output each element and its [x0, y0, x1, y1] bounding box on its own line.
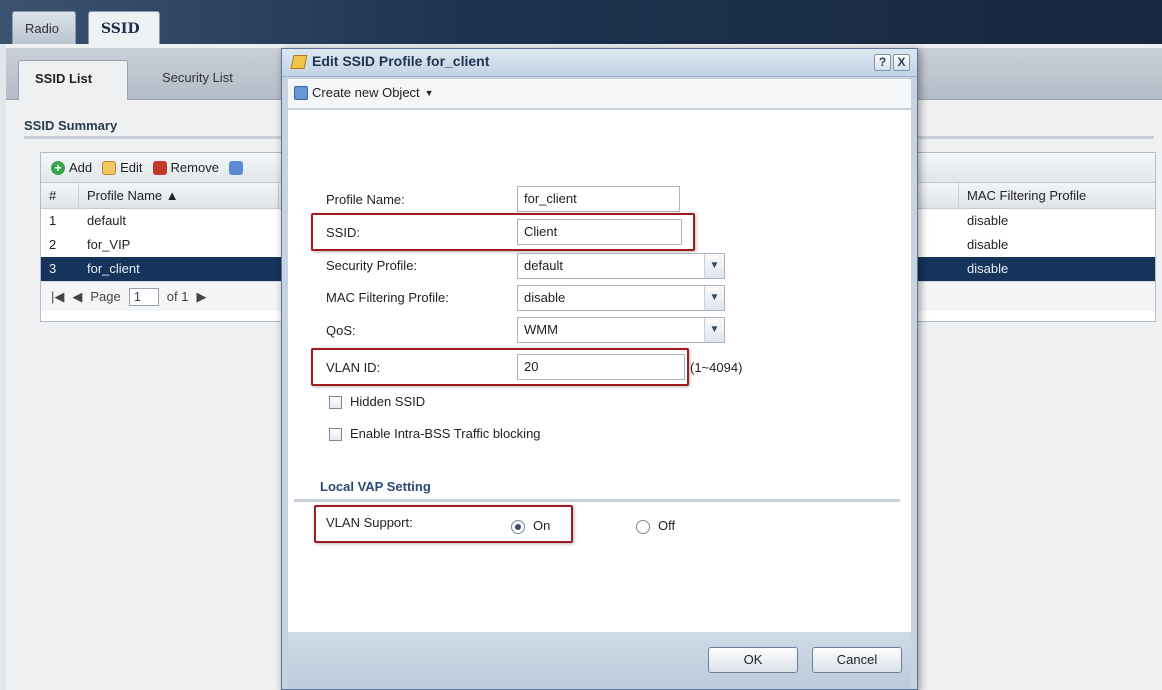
mac-filtering-value: disable — [524, 290, 566, 305]
next-page-icon[interactable]: ▶ — [196, 289, 206, 305]
profile-name-label: Profile Name: — [326, 192, 405, 207]
profile-name-input[interactable]: for_client — [517, 186, 680, 212]
qos-value: WMM — [524, 322, 558, 337]
remove-button[interactable]: Remove — [152, 160, 219, 175]
help-button[interactable]: ? — [874, 54, 891, 71]
security-profile-value: default — [524, 258, 564, 273]
hidden-ssid-checkbox[interactable] — [329, 396, 342, 409]
add-icon: + — [51, 160, 65, 175]
ssid-input[interactable]: Client — [517, 219, 682, 245]
trash-icon — [152, 160, 167, 175]
hidden-ssid-label: Hidden SSID — [350, 394, 426, 409]
cancel-button[interactable]: Cancel — [812, 647, 902, 673]
tab-radio[interactable]: Radio — [12, 11, 76, 45]
page-count-label: of 1 — [166, 289, 189, 304]
qos-label: QoS: — [326, 323, 356, 338]
column-header-mac-filtering[interactable]: MAC Filtering Profile — [959, 183, 1155, 208]
local-vap-title: Local VAP Setting — [320, 479, 431, 494]
tab-ssid[interactable]: SSID — [88, 11, 160, 45]
page-number-input[interactable]: 1 — [128, 287, 159, 306]
edit-icon — [102, 160, 117, 175]
row-index: 3 — [49, 261, 57, 276]
mac-filtering-label: MAC Filtering Profile: — [326, 290, 449, 305]
dialog-body: Profile Name: for_client SSID: Client Se… — [288, 110, 911, 682]
tab-ssid-list[interactable]: SSID List — [18, 60, 128, 100]
close-button[interactable]: X — [893, 54, 910, 71]
row-profile-name: for_client — [87, 261, 140, 276]
page-label: Page — [90, 289, 121, 304]
intra-bss-checkbox[interactable] — [329, 428, 342, 441]
security-profile-label: Security Profile: — [326, 258, 418, 273]
row-index: 1 — [49, 213, 57, 228]
vlan-id-input[interactable]: 20 — [517, 354, 685, 380]
row-mac-filtering: disable — [967, 237, 1009, 252]
row-mac-filtering: disable — [967, 213, 1009, 228]
create-new-object-label: Create new Object — [312, 85, 420, 100]
row-profile-name: for_VIP — [87, 237, 131, 252]
object-icon — [228, 160, 243, 175]
remove-label: Remove — [170, 160, 219, 175]
chevron-down-icon: ▼ — [704, 318, 724, 342]
object-button[interactable] — [228, 160, 243, 175]
row-index: 2 — [49, 237, 57, 252]
column-header-index[interactable]: # — [41, 183, 79, 208]
section-divider — [294, 499, 900, 502]
vlan-support-on-label: On — [533, 518, 551, 533]
edit-ssid-dialog: Edit SSID Profile for_client ? X Create … — [281, 48, 918, 690]
row-mac-filtering: disable — [967, 261, 1009, 276]
security-profile-select[interactable]: default ▼ — [517, 253, 725, 279]
caret-down-icon: ▼ — [424, 87, 434, 98]
object-icon — [294, 85, 308, 100]
column-header-profile-name[interactable]: Profile Name ▲ — [79, 183, 279, 208]
top-tab-bar: Radio SSID — [0, 0, 1162, 45]
edit-label: Edit — [120, 160, 143, 175]
chevron-down-icon: ▼ — [704, 254, 724, 278]
ok-button[interactable]: OK — [708, 647, 798, 673]
create-new-object-menu[interactable]: Create new Object ▼ — [294, 85, 434, 100]
ssid-label: SSID: — [326, 225, 360, 240]
vlan-support-label: VLAN Support: — [326, 515, 413, 530]
add-button[interactable]: + Add — [51, 160, 92, 175]
prev-page-icon[interactable]: ◀ — [72, 289, 82, 305]
mac-filtering-select[interactable]: disable ▼ — [517, 285, 725, 311]
add-label: Add — [69, 160, 93, 175]
chevron-down-icon: ▼ — [704, 286, 724, 310]
vlan-support-off-label: Off — [658, 518, 676, 533]
intra-bss-label: Enable Intra-BSS Traffic blocking — [350, 426, 541, 441]
dialog-title: Edit SSID Profile for_client — [312, 53, 490, 69]
qos-select[interactable]: WMM ▼ — [517, 317, 725, 343]
pencil-icon — [290, 55, 308, 69]
dialog-menu-bar: Create new Object ▼ — [288, 79, 911, 109]
vlan-support-on-radio[interactable] — [511, 520, 525, 534]
edit-button[interactable]: Edit — [102, 160, 143, 175]
row-profile-name: default — [87, 213, 127, 228]
vlan-id-label: VLAN ID: — [326, 360, 381, 375]
vlan-id-range: (1~4094) — [690, 360, 743, 375]
vlan-support-off-radio[interactable] — [636, 520, 650, 534]
ssid-summary-title: SSID Summary — [24, 118, 118, 133]
dialog-footer: OK Cancel — [288, 632, 911, 689]
first-page-icon[interactable]: |◀ — [51, 289, 64, 305]
dialog-title-bar[interactable]: Edit SSID Profile for_client ? X — [282, 49, 917, 77]
tab-security-list[interactable]: Security List — [146, 60, 249, 100]
